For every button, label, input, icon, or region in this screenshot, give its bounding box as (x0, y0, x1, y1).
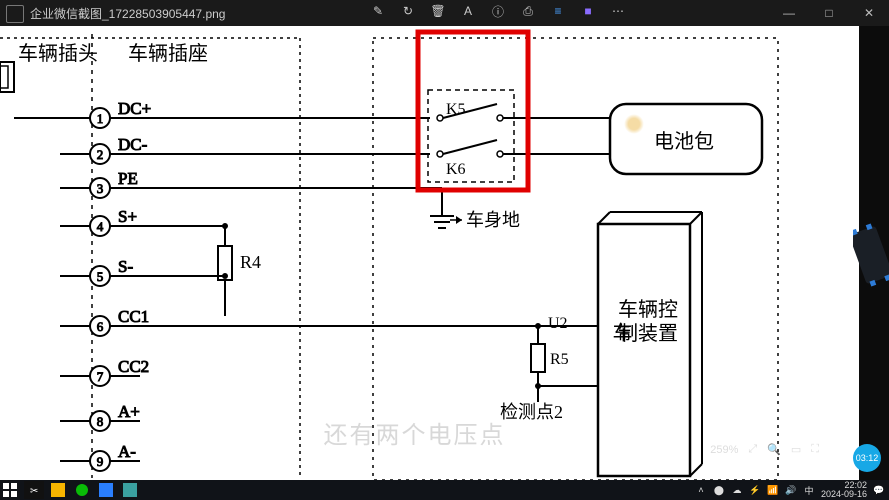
tray-ime-icon[interactable]: 中 (803, 484, 815, 496)
app-icon (6, 5, 24, 23)
socket-header: 车辆插座 (128, 42, 208, 65)
svg-text:5: 5 (97, 269, 104, 284)
close-button[interactable]: ✕ (849, 0, 889, 26)
taskbar-app-wechat[interactable] (72, 481, 92, 499)
tray-notification-icon[interactable]: 💬 (873, 484, 885, 496)
zoom-controls: 259% ⤢ 🔍 ▭ ⛶ (710, 443, 819, 456)
minimize-button[interactable]: — (769, 0, 809, 26)
fullscreen-icon[interactable]: ⛶ (811, 443, 819, 456)
svg-text:2: 2 (97, 147, 104, 162)
edit-icon[interactable]: ✎ (370, 3, 386, 19)
svg-text:1: 1 (97, 111, 104, 126)
tray-up-icon[interactable]: ˄ (695, 484, 707, 496)
circuit-diagram: 车辆插头 车辆插座 1 DC+ 2 DC- 3 PE 4 S+ 5 S- 6 CC1 7 CC2 8 A+ 9A… (0, 26, 859, 480)
taskbar-app-2[interactable] (48, 481, 68, 499)
battery-pack-label: 电池包 (654, 130, 714, 153)
body-ground-label: 车身地 (466, 210, 520, 230)
connector-thumbnail (853, 220, 889, 290)
toolbar: ✎ ↻ 🗑 A ⓘ ⎙ ≡ ■ ⋯ (370, 3, 626, 19)
svg-text:9: 9 (97, 454, 104, 469)
svg-text:车辆控: 车辆控 (618, 298, 678, 321)
pin-label-9: A- (118, 442, 136, 461)
pin-label-1: DC+ (118, 99, 151, 118)
u2-label: U2 (548, 315, 568, 332)
share-icon[interactable]: ≡ (550, 3, 566, 19)
delete-icon[interactable]: 🗑 (430, 3, 446, 19)
test-point-2-label: 检测点2 (500, 402, 563, 422)
taskbar-app-4[interactable] (120, 481, 140, 499)
more-icon[interactable]: ⋯ (610, 3, 626, 19)
svg-text:3: 3 (97, 181, 104, 196)
ocr-icon[interactable]: A (460, 3, 476, 19)
pin-label-8: A+ (118, 402, 140, 421)
start-button[interactable] (0, 481, 20, 499)
clock-date: 2024-09-16 (821, 490, 867, 499)
rotate-icon[interactable]: ↻ (400, 3, 416, 19)
pin-label-4: S+ (118, 207, 137, 226)
fit-icon[interactable]: ▭ (791, 443, 801, 456)
taskbar-app-3[interactable] (96, 481, 116, 499)
info-icon[interactable]: ⓘ (490, 3, 506, 19)
svg-text:6: 6 (97, 319, 104, 334)
zoom-in-icon[interactable]: 🔍 (767, 443, 781, 456)
filename-label: 企业微信截图_17228503905447.png (30, 5, 225, 22)
taskbar-clock[interactable]: 22:02 2024-09-16 (821, 481, 867, 499)
svg-text:4: 4 (97, 219, 104, 234)
r4-label: R4 (240, 252, 261, 272)
tray-icon-3[interactable]: ⚡ (749, 484, 761, 496)
zoom-out-icon[interactable]: ⤢ (748, 443, 757, 456)
tray-volume-icon[interactable]: 🔊 (785, 484, 797, 496)
pin-label-2: DC- (118, 135, 148, 154)
relay-k5-label: K5 (446, 101, 466, 118)
tray-icon-1[interactable]: ⬤ (713, 484, 725, 496)
relay-k6-label: K6 (446, 161, 466, 178)
maximize-button[interactable]: □ (809, 0, 849, 26)
print-icon[interactable]: ⎙ (520, 3, 536, 19)
window-title-bar: 企业微信截图_17228503905447.png ✎ ↻ 🗑 A ⓘ ⎙ ≡ … (0, 0, 889, 26)
tray-wifi-icon[interactable]: 📶 (767, 484, 779, 496)
r5-label: R5 (550, 351, 569, 368)
tray-icon-2[interactable]: ☁ (731, 484, 743, 496)
app-icon[interactable]: ■ (580, 3, 596, 19)
image-viewport[interactable]: 车辆插头 车辆插座 1 DC+ 2 DC- 3 PE 4 S+ 5 S- 6 CC1 7 CC2 8 A+ 9A… (0, 26, 859, 480)
pin-label-6: CC1 (118, 307, 149, 326)
svg-text:制装置: 制装置 (618, 322, 678, 345)
pin-label-7: CC2 (118, 357, 149, 376)
plug-header: 车辆插头 (18, 42, 98, 65)
svg-text:7: 7 (97, 369, 104, 384)
svg-text:✂: ✂ (30, 486, 38, 497)
windows-taskbar[interactable]: ✂ ˄ ⬤ ☁ ⚡ 📶 🔊 中 22:02 2024-09-16 💬 (0, 480, 889, 500)
recording-timer-badge[interactable]: 03:12 (853, 444, 881, 472)
pin-label-3: PE (118, 169, 138, 188)
svg-text:8: 8 (97, 414, 104, 429)
window-controls: — □ ✕ (769, 0, 889, 26)
pin-label-5: S- (118, 257, 133, 276)
taskbar-app-1[interactable]: ✂ (24, 481, 44, 499)
zoom-percent-label: 259% (710, 444, 738, 456)
